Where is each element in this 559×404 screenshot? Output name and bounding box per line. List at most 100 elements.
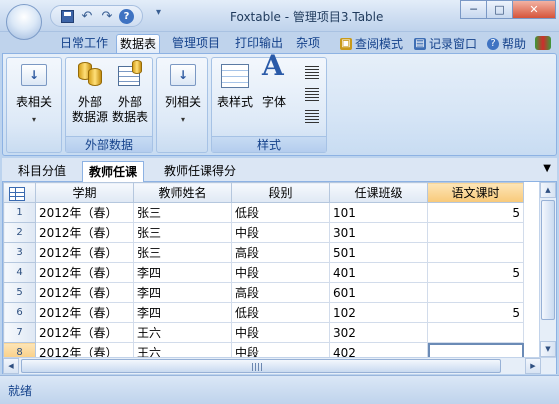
quick-access-toolbar: ↶ ↷ ?: [50, 5, 143, 27]
font-button[interactable]: A 字体: [257, 52, 291, 110]
table-related-label: 表相关: [15, 95, 52, 109]
horizontal-scroll-thumb[interactable]: [21, 359, 501, 373]
cell-term[interactable]: 2012年（春）: [35, 222, 134, 243]
table-style-icon: [219, 60, 251, 92]
sheet-tab-teacher-course[interactable]: 教师任课: [82, 161, 145, 182]
cell-hours[interactable]: [427, 282, 524, 303]
cell-term[interactable]: 2012年（春）: [35, 202, 134, 223]
scroll-up-button[interactable]: ▲: [540, 182, 556, 198]
external-datasource-button[interactable]: 外部 数据源: [70, 60, 110, 125]
maximize-button[interactable]: □: [486, 0, 513, 19]
database-icon: [74, 60, 106, 92]
help-button[interactable]: ?: [119, 8, 134, 24]
row-header[interactable]: 1: [3, 202, 36, 223]
cell-level[interactable]: 低段: [231, 302, 330, 323]
external-table-label-2: 数据表: [111, 110, 148, 124]
cell-level[interactable]: 中段: [231, 322, 330, 343]
cell-class[interactable]: 101: [329, 202, 428, 223]
status-text: 就绪: [8, 384, 33, 398]
column-related-button[interactable]: ↓ 列相关 ▾: [161, 60, 205, 127]
align-left-icon[interactable]: [305, 66, 319, 80]
cell-class[interactable]: 401: [329, 262, 428, 283]
cell-class[interactable]: 301: [329, 222, 428, 243]
redo-button[interactable]: ↷: [99, 8, 115, 24]
cell-hours[interactable]: [427, 222, 524, 243]
cell-level[interactable]: 中段: [231, 262, 330, 283]
cell-teacher[interactable]: 李四: [133, 262, 232, 283]
undo-button[interactable]: ↶: [79, 8, 95, 24]
close-button[interactable]: ✕: [512, 0, 556, 19]
cell-teacher[interactable]: 李四: [133, 302, 232, 323]
row-header[interactable]: 7: [3, 322, 36, 343]
lookup-mode-link[interactable]: ▣ 查阅模式: [340, 35, 403, 52]
scroll-down-button[interactable]: ▼: [540, 341, 556, 357]
tab-manage-project[interactable]: 管理项目: [172, 34, 220, 53]
sheet-tab-subject-score[interactable]: 科目分值: [12, 161, 72, 182]
minimize-button[interactable]: ─: [460, 0, 487, 19]
column-related-label: 列相关: [164, 95, 201, 109]
cell-term[interactable]: 2012年（春）: [35, 242, 134, 263]
row-header[interactable]: 4: [3, 262, 36, 283]
tab-daily-work[interactable]: 日常工作: [60, 34, 108, 53]
tab-misc[interactable]: 杂项: [296, 34, 320, 53]
record-window-link[interactable]: ▤ 记录窗口: [414, 35, 477, 52]
table-icon: [9, 187, 25, 201]
cell-hours[interactable]: [427, 242, 524, 263]
ribbon-group-table: ↓ 表相关 ▾: [6, 57, 62, 153]
align-right-icon[interactable]: [305, 110, 319, 124]
column-header-term[interactable]: 学期: [35, 182, 134, 203]
row-header[interactable]: 3: [3, 242, 36, 263]
scroll-left-button[interactable]: ◀: [3, 358, 19, 374]
cell-term[interactable]: 2012年（春）: [35, 302, 134, 323]
cell-term[interactable]: 2012年（春）: [35, 262, 134, 283]
column-header-class[interactable]: 任课班级: [329, 182, 428, 203]
column-header-teacher[interactable]: 教师姓名: [133, 182, 232, 203]
cell-term[interactable]: 2012年（春）: [35, 322, 134, 343]
cell-hours[interactable]: 5: [427, 202, 524, 223]
column-header-level[interactable]: 段别: [231, 182, 330, 203]
cell-teacher[interactable]: 张三: [133, 222, 232, 243]
scroll-right-button[interactable]: ▶: [525, 358, 541, 374]
cell-hours[interactable]: [427, 322, 524, 343]
cell-hours[interactable]: 5: [427, 262, 524, 283]
external-datasource-label-1: 外部: [77, 95, 102, 109]
chevron-down-icon: ▾: [31, 115, 36, 124]
table-style-label: 表样式: [216, 95, 253, 109]
external-table-label-1: 外部: [117, 95, 142, 109]
sheet-tab-teacher-course-score[interactable]: 教师任课得分: [158, 161, 242, 182]
table-related-button[interactable]: ↓ 表相关 ▾: [12, 60, 56, 127]
align-center-icon[interactable]: [305, 88, 319, 102]
app-menu-button[interactable]: [6, 4, 42, 201]
cell-teacher[interactable]: 张三: [133, 202, 232, 223]
cell-class[interactable]: 302: [329, 322, 428, 343]
table-style-button[interactable]: 表样式: [215, 60, 255, 110]
data-table: 学期 教师姓名 段别 任课班级 语文课时 1 2012年（春） 张三 低段 10…: [3, 182, 524, 363]
cell-teacher[interactable]: 王六: [133, 322, 232, 343]
row-header[interactable]: 2: [3, 222, 36, 243]
external-table-button[interactable]: 外部 数据表: [110, 60, 150, 125]
cell-hours[interactable]: 5: [427, 302, 524, 323]
cell-class[interactable]: 501: [329, 242, 428, 263]
vertical-scrollbar[interactable]: ▲ ▼: [539, 182, 556, 357]
row-header[interactable]: 5: [3, 282, 36, 303]
cell-level[interactable]: 高段: [231, 242, 330, 263]
row-header[interactable]: 6: [3, 302, 36, 323]
cell-level[interactable]: 中段: [231, 222, 330, 243]
cell-level[interactable]: 高段: [231, 282, 330, 303]
cell-class[interactable]: 601: [329, 282, 428, 303]
status-bar: 就绪: [0, 375, 559, 404]
cell-level[interactable]: 低段: [231, 202, 330, 223]
cell-teacher[interactable]: 李四: [133, 282, 232, 303]
help-link[interactable]: ? 帮助: [487, 35, 526, 52]
cell-class[interactable]: 102: [329, 302, 428, 323]
cell-term[interactable]: 2012年（春）: [35, 282, 134, 303]
tab-data-table[interactable]: 数据表: [116, 34, 161, 53]
horizontal-scrollbar[interactable]: ◀ ▶: [3, 357, 556, 374]
cell-teacher[interactable]: 张三: [133, 242, 232, 263]
save-button[interactable]: [59, 8, 75, 24]
vertical-scroll-thumb[interactable]: [541, 200, 555, 320]
column-header-chinese-hours[interactable]: 语文课时: [427, 182, 524, 203]
sheet-list-dropdown[interactable]: ▼: [543, 163, 551, 174]
ribbon-group-column: ↓ 列相关 ▾: [156, 57, 208, 153]
customize-qat-button[interactable]: ▾: [156, 7, 161, 18]
